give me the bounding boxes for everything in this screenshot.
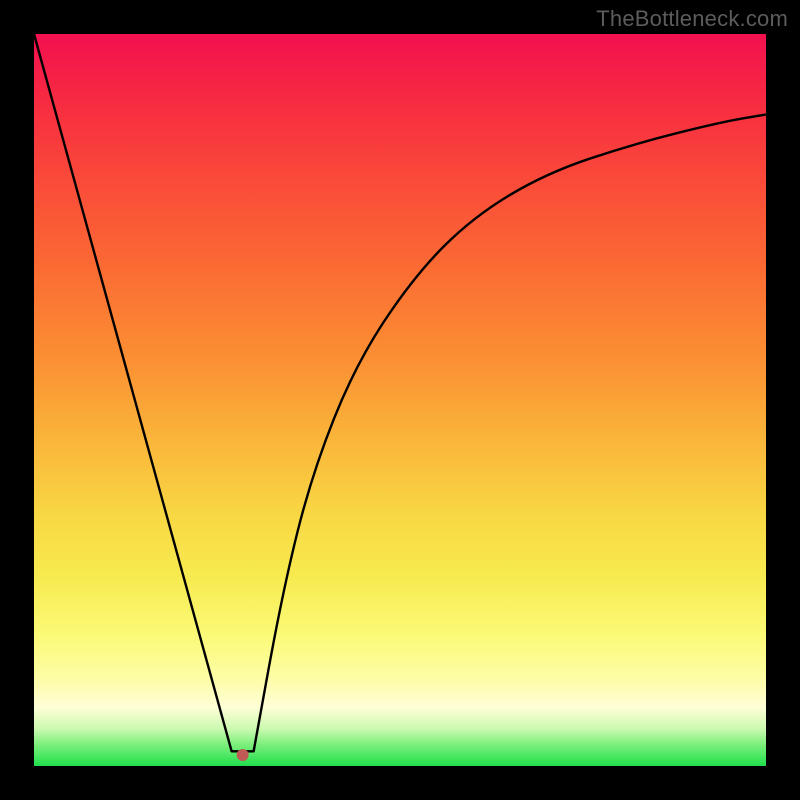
chart-frame: TheBottleneck.com: [0, 0, 800, 800]
plot-area: [34, 34, 766, 766]
bottleneck-curve: [34, 34, 766, 751]
curve-layer: [34, 34, 766, 766]
marker-dot: [237, 749, 249, 761]
watermark: TheBottleneck.com: [596, 6, 788, 32]
